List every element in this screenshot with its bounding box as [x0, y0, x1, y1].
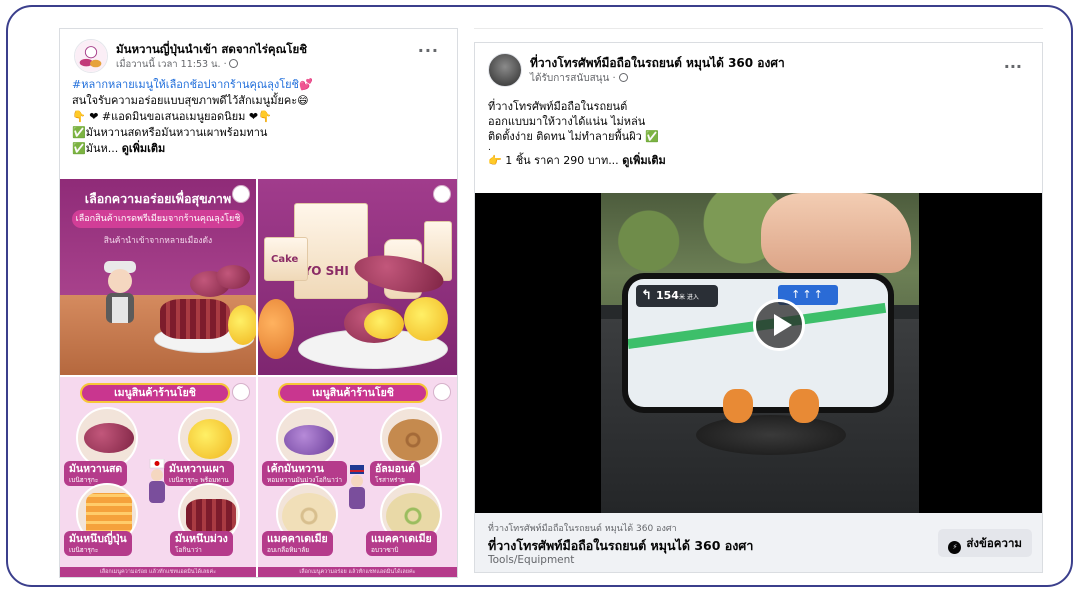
- play-icon[interactable]: [753, 299, 805, 351]
- food-photo: [76, 407, 138, 469]
- promo-panel-top-right[interactable]: YO SHI Cake: [258, 179, 457, 375]
- video-player[interactable]: ↰ 154米 进入 ↑↑↑: [475, 193, 1042, 513]
- truncated-text: ✅มันห...: [72, 142, 119, 155]
- purple-potato: [216, 265, 250, 289]
- sponsored-text: ได้รับการสนับสนุน ·: [530, 73, 616, 84]
- brand-logo-icon: [433, 383, 451, 401]
- call-to-action-bar[interactable]: ที่วางโทรศัพท์มือถือในรถยนต์ หมุนได้ 360…: [475, 513, 1042, 572]
- fox-figurine: [723, 389, 753, 423]
- send-message-button[interactable]: ⚡ ส่งข้อความ: [938, 529, 1032, 557]
- baked-potato-inside: [364, 309, 404, 339]
- panel-footer: เลือกเมนูความอร่อย แล้วทักแชทแอดมินได้เล…: [60, 567, 256, 577]
- post-header: มันหวานญี่ปุ่นนำเข้า สดจากไร่คุณโยชิ เมื…: [60, 29, 457, 73]
- post-line-4: .: [488, 143, 491, 153]
- menu-item-label: แมคคาเดเมีย อบเกลือหิมาลัย: [262, 531, 333, 556]
- post-card-phone-holder: ที่วางโทรศัพท์มือถือในรถยนต์ หมุนได้ 360…: [474, 42, 1043, 573]
- post-line-2: ออกแบบมาให้วางได้แน่น ไม่หล่น: [488, 115, 646, 128]
- cta-category: Tools/Equipment: [488, 554, 575, 566]
- cta-title[interactable]: ที่วางโทรศัพท์มือถือในรถยนต์ หมุนได้ 360…: [488, 536, 753, 556]
- hand: [761, 193, 911, 273]
- phone-screen: ↰ 154米 进入 ↑↑↑: [628, 279, 888, 407]
- promo-panel-menu-left[interactable]: เมนูสินค้าร้านโยชิ มันหวานสด เบนิฮารุกะ ม…: [60, 377, 256, 577]
- post-text: ที่วางโทรศัพท์มือถือในรถยนต์ ออกแบบมาให้…: [488, 99, 666, 168]
- menu-item-label: มันหนึบญี่ปุ่น เบนิฮารุกะ: [64, 531, 132, 556]
- post-line-5: ✅มันห... ดูเพิ่มเติม: [72, 141, 445, 157]
- page-avatar[interactable]: [74, 39, 108, 73]
- more-options-button[interactable]: ···: [1004, 57, 1022, 76]
- post-line-2: สนใจรับความอร่อยแบบสุขภาพดีไว้สักเมนูมั้…: [72, 94, 309, 107]
- post-line-3: 👇 ❤ #แอดมินขอเสนอเมนูยอดนิยม ❤👇: [72, 110, 272, 123]
- pack-label: YO SHI: [303, 264, 349, 278]
- timestamp-text: เมื่อวานนี้ เวลา 11:53 น. ·: [116, 59, 227, 70]
- post-text: #หลากหลายเมนูให้เลือกช้อปจากร้านคุณลุงโย…: [60, 73, 457, 157]
- post-line-5: 👉 1 ชิ้น ราคา 290 บาท... ดูเพิ่มเติม: [488, 153, 666, 168]
- promo-image-grid[interactable]: เลือกความอร่อยเพื่อสุขภาพ เลือกสินค้าเกร…: [60, 179, 457, 577]
- cake-pack: Cake: [264, 237, 308, 281]
- post-line-4: ✅มันหวานสดหรือมันหวานเผาพร้อมทาน: [72, 126, 268, 139]
- post-line-3: ติดตั้งง่าย ติดทน ไม่ทำลายพื้นผิว ✅: [488, 130, 660, 143]
- card-divider: [474, 28, 1043, 29]
- navigation-distance: ↰ 154米 进入: [636, 285, 718, 307]
- cta-domain: ที่วางโทรศัพท์มือถือในรถยนต์ หมุนได้ 360…: [488, 524, 677, 534]
- promo-panel-top-left[interactable]: เลือกความอร่อยเพื่อสุขภาพ เลือกสินค้าเกร…: [60, 179, 256, 375]
- video-frame: ↰ 154米 进入 ↑↑↑: [601, 193, 919, 513]
- promo-subtitle: สินค้านำเข้าจากหลายเมืองดัง: [103, 236, 213, 246]
- phone-in-holder: ↰ 154米 进入 ↑↑↑: [622, 273, 894, 413]
- messenger-icon: ⚡: [948, 541, 962, 554]
- dried-orange-potato: [258, 299, 294, 359]
- promo-title: เลือกความอร่อยเพื่อสุขภาพ: [84, 191, 232, 206]
- promo-pill: เลือกสินค้าเกรดพรีเมียมจากร้านคุณลุงโยชิ: [72, 210, 244, 228]
- post-card-sweet-potato: มันหวานญี่ปุ่นนำเข้า สดจากไร่คุณโยชิ เมื…: [59, 28, 458, 578]
- orange-potato-slices: [228, 305, 256, 345]
- send-message-label: ส่งข้อความ: [966, 536, 1022, 550]
- price-text: 👉 1 ชิ้น ราคา 290 บาท...: [488, 154, 619, 167]
- brand-logo-icon: [433, 185, 451, 203]
- usa-mascot: [344, 465, 370, 515]
- menu-banner: เมนูสินค้าร้านโยชิ: [278, 383, 428, 403]
- dried-potato-slices: [160, 299, 230, 339]
- menu-banner: เมนูสินค้าร้านโยชิ: [80, 383, 230, 403]
- menu-item-label: แมคคาเดเมีย อบวาซาบิ: [366, 531, 437, 556]
- turn-left-icon: ↰: [641, 288, 652, 303]
- post-line-1: ที่วางโทรศัพท์มือถือในรถยนต์: [488, 100, 628, 113]
- brand-logo-icon: [232, 185, 250, 203]
- post-line-1[interactable]: #หลากหลายเมนูให้เลือกช้อปจากร้านคุณลุงโย…: [72, 77, 445, 93]
- audience-icon: [618, 73, 628, 82]
- menu-item-label: มันหวานสด เบนิฮารุกะ: [64, 461, 128, 486]
- fox-figurine: [789, 389, 819, 423]
- food-photo: [380, 407, 442, 469]
- food-photo: [276, 407, 338, 469]
- cake-label: Cake: [271, 254, 299, 265]
- page-avatar[interactable]: [488, 53, 522, 87]
- post-timestamp[interactable]: เมื่อวานนี้ เวลา 11:53 น. ·: [116, 57, 238, 72]
- brand-logo-icon: [232, 383, 250, 401]
- panel-footer: เลือกเมนูความอร่อย แล้วทักแชทแอดมินได้เล…: [258, 567, 457, 577]
- baked-potato-inside: [404, 297, 448, 341]
- audience-icon: [228, 59, 238, 68]
- promo-panel-menu-right[interactable]: เมนูสินค้าร้านโยชิ เค้กมันหวาน หอมหวานมัน…: [258, 377, 457, 577]
- menu-item-label: มันหนึบม่วง โอกินาว่า: [170, 531, 233, 556]
- see-more-link[interactable]: ดูเพิ่มเติม: [122, 142, 166, 155]
- holder-base: [696, 415, 846, 455]
- see-more-link[interactable]: ดูเพิ่มเติม: [622, 154, 666, 167]
- sponsored-label[interactable]: ได้รับการสนับสนุน ·: [530, 71, 628, 86]
- food-photo: [178, 407, 240, 469]
- more-options-button[interactable]: ···: [418, 41, 439, 60]
- farmer-mascot: [98, 257, 142, 327]
- menu-item-label: มันหวานเผา เบนิฮารุกะ พร้อมทาน: [164, 461, 234, 486]
- japan-mascot: [144, 458, 170, 509]
